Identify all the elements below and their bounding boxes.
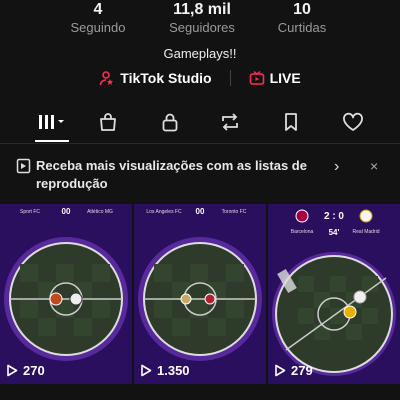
repost-icon <box>222 113 238 131</box>
view-count-value: 279 <box>291 363 313 378</box>
profile-stats: 4 Seguindo 11,8 mil Seguidores 10 Curtid… <box>0 0 400 40</box>
tab-liked[interactable] <box>338 110 368 134</box>
match-time: 00 <box>196 207 205 216</box>
followers-stat[interactable]: 11,8 mil Seguidores <box>152 0 252 36</box>
following-count: 4 <box>93 1 103 18</box>
following-label: Seguindo <box>70 20 126 35</box>
video-thumbnail[interactable]: Sport FC 00 Atlético MG 270 <box>0 204 132 384</box>
profile-tabs <box>0 106 400 142</box>
heart-icon <box>343 112 363 131</box>
tiktok-studio-link[interactable]: TikTok Studio <box>99 70 212 86</box>
following-stat[interactable]: 4 Seguindo <box>48 0 148 36</box>
live-label: LIVE <box>269 70 301 86</box>
likes-label: Curtidas <box>277 20 327 35</box>
live-icon <box>249 70 264 85</box>
playlist-icon <box>16 158 31 174</box>
football-arena-scene: 2 : 0 Barcelona 54' Real Madrid <box>268 204 400 384</box>
view-count: 270 <box>6 363 45 378</box>
likes-stat[interactable]: 10 Curtidas <box>252 0 352 36</box>
profile-bio: Gameplays!! <box>163 46 237 61</box>
view-count-value: 1.350 <box>157 363 190 378</box>
view-count-value: 270 <box>23 363 45 378</box>
match-time: 00 <box>62 207 71 216</box>
profile-links: TikTok Studio LIVE <box>0 70 400 86</box>
studio-label: TikTok Studio <box>120 70 212 86</box>
banner-text: Receba mais visualizações com as listas … <box>36 158 307 191</box>
home-team-label: Los Angeles FC <box>146 209 182 215</box>
view-count: 279 <box>274 363 313 378</box>
followers-count: 11,8 mil <box>173 1 231 18</box>
studio-icon <box>99 71 114 86</box>
match-score: 2 : 0 <box>324 211 344 222</box>
followers-label: Seguidores <box>169 20 235 35</box>
likes-count: 10 <box>293 1 311 18</box>
chevron-right-icon[interactable]: › <box>334 158 339 176</box>
link-divider <box>229 70 231 86</box>
playlist-banner[interactable]: Receba mais visualizações com as listas … <box>0 150 400 200</box>
away-team-label: Toronto FC <box>222 209 247 215</box>
play-icon <box>141 364 152 377</box>
view-count: 1.350 <box>140 363 190 378</box>
away-team-label: Real Madrid <box>353 229 380 235</box>
football-arena-scene: Los Angeles FC 00 Toronto FC <box>134 204 266 384</box>
video-grid: Sport FC 00 Atlético MG 270 Los Angeles … <box>0 204 400 400</box>
tab-videos[interactable] <box>32 110 70 142</box>
tab-shop[interactable] <box>93 110 123 134</box>
football-arena-scene: Sport FC 00 Atlético MG <box>0 204 132 384</box>
away-team-label: Atlético MG <box>87 209 113 215</box>
tab-reposts[interactable] <box>215 110 245 134</box>
home-team-label: Barcelona <box>291 229 314 235</box>
home-team-label: Sport FC <box>20 209 40 215</box>
lock-icon <box>162 113 178 132</box>
bookmark-icon <box>285 113 297 131</box>
video-thumbnail[interactable]: 2 : 0 Barcelona 54' Real Madrid 279 <box>268 204 400 384</box>
live-link[interactable]: LIVE <box>249 70 301 86</box>
tabs-divider <box>0 143 400 144</box>
play-icon <box>275 364 286 377</box>
match-time: 54' <box>329 228 340 237</box>
shop-icon <box>100 113 116 131</box>
grid-icon <box>39 115 64 129</box>
tab-private[interactable] <box>155 110 185 134</box>
tab-favorites[interactable] <box>276 110 306 134</box>
video-thumbnail[interactable]: Los Angeles FC 00 Toronto FC 1.350 <box>134 204 266 384</box>
play-icon <box>7 364 18 377</box>
close-icon[interactable]: × <box>370 158 378 174</box>
